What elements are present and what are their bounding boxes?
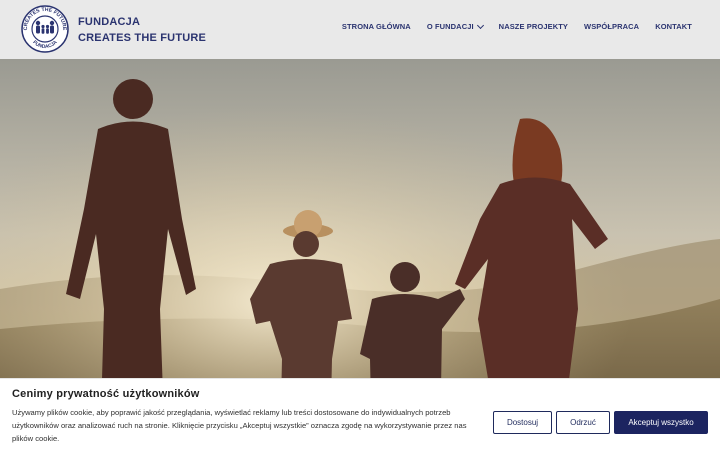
- nav-item-home[interactable]: STRONA GŁÓWNA: [342, 22, 411, 31]
- nav-label: WSPÓŁPRACA: [584, 22, 640, 31]
- accept-all-button[interactable]: Akceptuj wszystko: [614, 411, 708, 434]
- chevron-down-icon: [476, 21, 484, 29]
- cookie-title: Cenimy prywatność użytkowników: [12, 388, 200, 400]
- foundation-logo[interactable]: CREATES THE FUTURE FUNDACJA: [20, 4, 70, 54]
- site-header: CREATES THE FUTURE FUNDACJA FUNDACJA CRE…: [0, 0, 720, 59]
- brand-name[interactable]: FUNDACJA CREATES THE FUTURE: [78, 14, 206, 46]
- nav-label: STRONA GŁÓWNA: [341, 22, 411, 31]
- nav-item-about[interactable]: O FUNDACJI: [426, 21, 484, 31]
- nav-item-contact[interactable]: KONTAKT: [655, 22, 692, 31]
- main-nav: STRONA GŁÓWNA O FUNDACJI NASZE PROJEKTY …: [326, 21, 692, 31]
- cookie-banner: Cenimy prywatność użytkowników Używamy p…: [0, 378, 720, 450]
- brand-line-2: CREATES THE FUTURE: [78, 32, 207, 44]
- nav-item-cooperation[interactable]: WSPÓŁPRACA: [584, 22, 639, 31]
- customize-button[interactable]: Dostosuj: [493, 411, 552, 434]
- reject-button[interactable]: Odrzuć: [556, 411, 610, 434]
- nav-label: KONTAKT: [655, 22, 692, 31]
- brand-line-1: FUNDACJA: [78, 16, 141, 28]
- nav-label: O FUNDACJI: [426, 22, 474, 31]
- nav-label: NASZE PROJEKTY: [498, 22, 569, 31]
- cookie-description: Używamy plików cookie, aby poprawić jako…: [12, 408, 467, 443]
- nav-item-projects[interactable]: NASZE PROJEKTY: [499, 22, 568, 31]
